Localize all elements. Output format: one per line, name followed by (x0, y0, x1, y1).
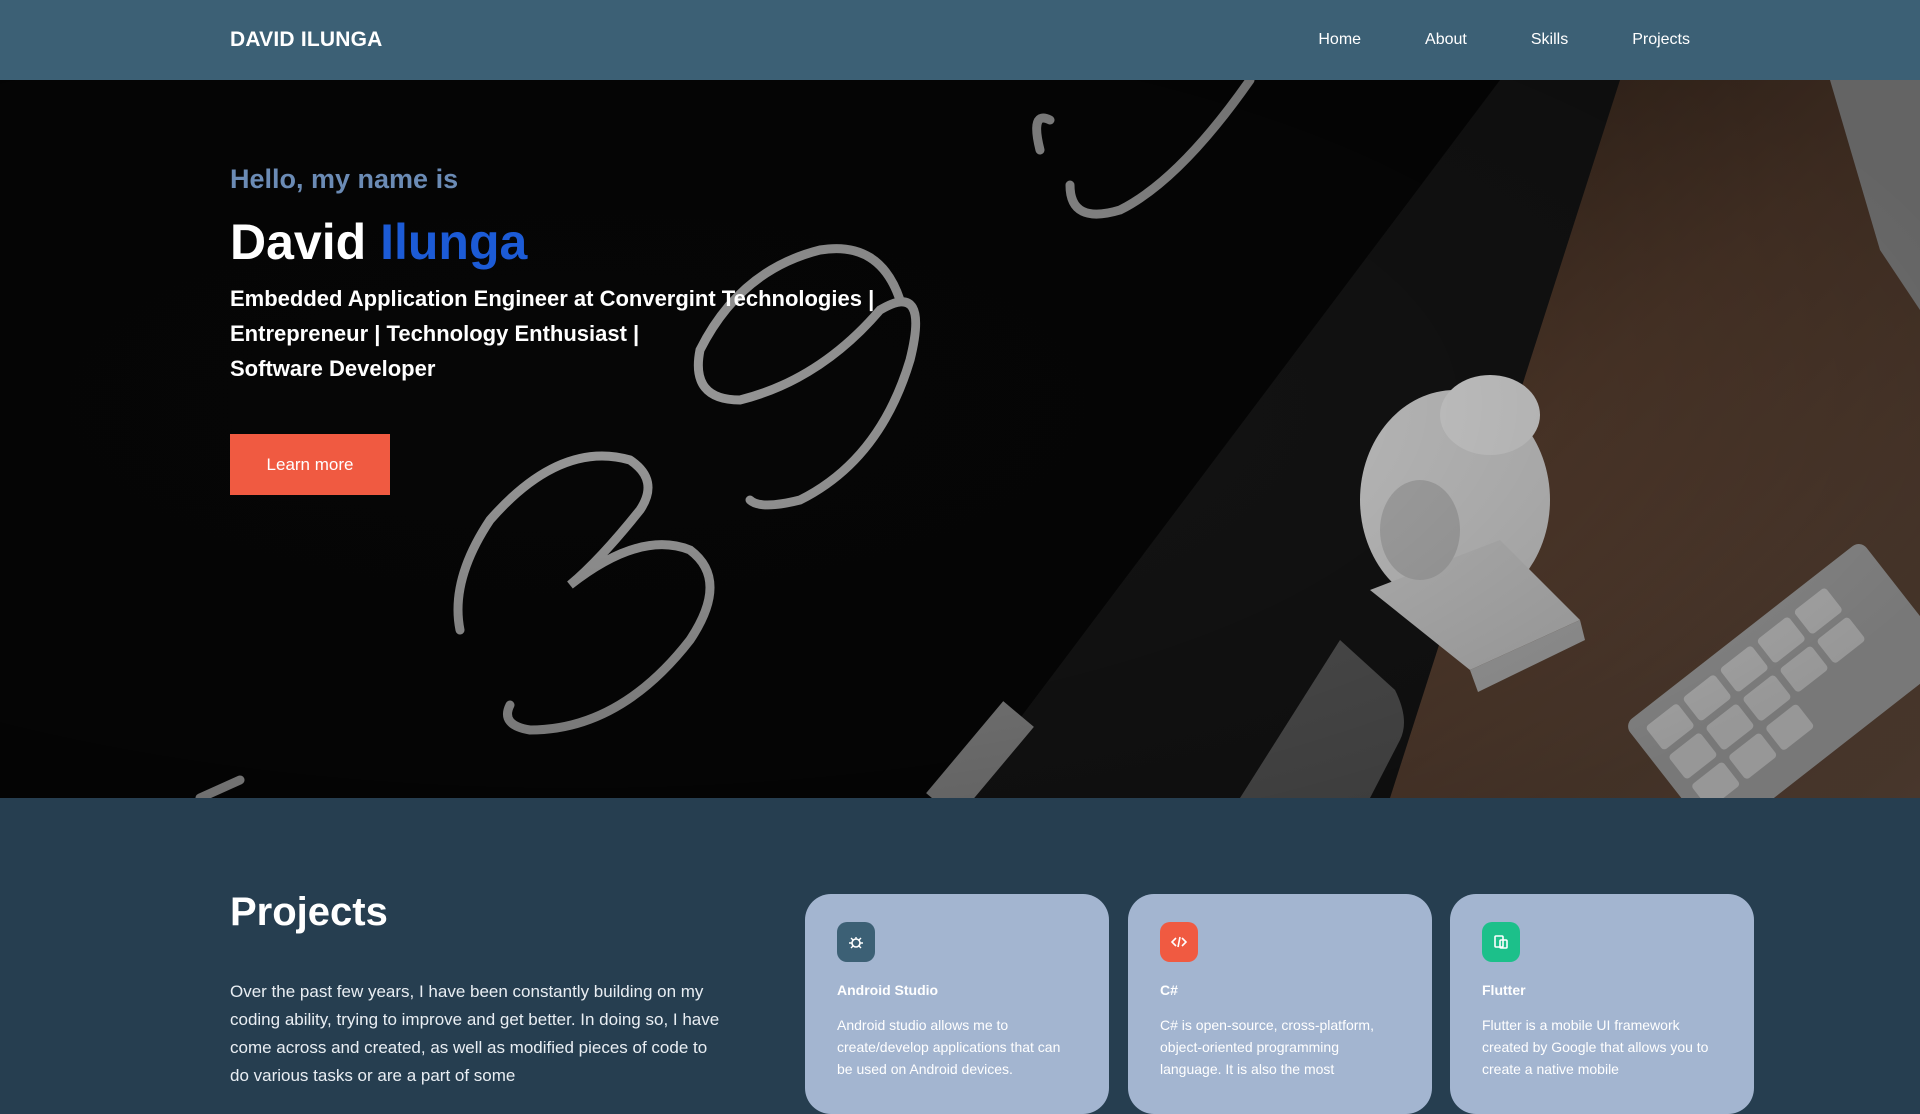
card-text: Android studio allows me to create/devel… (837, 1017, 1061, 1077)
project-card-csharp[interactable]: C# C# is open-source, cross-platform, ob… (1128, 894, 1432, 1114)
tagline-line: Entrepreneur | Technology Enthusiast | (230, 321, 640, 346)
card-title: Android Studio (837, 982, 939, 998)
hero-tagline: Embedded Application Engineer at Converg… (230, 281, 950, 386)
device-icon (1482, 922, 1520, 962)
code-icon (1160, 922, 1198, 962)
tagline-line: Embedded Application Engineer at Converg… (230, 286, 875, 311)
hero-name: David Ilunga (230, 213, 950, 271)
bug-icon (837, 922, 875, 962)
tagline-line: Software Developer (230, 356, 436, 381)
learn-more-button[interactable]: Learn more (230, 434, 390, 495)
card-text: C# is open-source, cross-platform, objec… (1160, 1017, 1374, 1077)
card-title: Flutter (1482, 982, 1526, 998)
project-card-android-studio[interactable]: Android Studio Android studio allows me … (805, 894, 1109, 1114)
nav-link-skills[interactable]: Skills (1531, 31, 1568, 49)
nav-links: Home About Skills Projects (1318, 31, 1690, 49)
card-text: Flutter is a mobile UI framework created… (1482, 1017, 1709, 1077)
card-title: C# (1160, 982, 1178, 998)
projects-intro: Over the past few years, I have been con… (230, 982, 720, 1085)
hero-content: Hello, my name is David Ilunga Embedded … (230, 164, 950, 495)
hero-first-name: David (230, 214, 367, 270)
hero-section: Hello, my name is David Ilunga Embedded … (0, 80, 1920, 798)
nav-link-about[interactable]: About (1425, 31, 1467, 49)
top-navbar: DAVID ILUNGA Home About Skills Projects (0, 0, 1920, 80)
brand-logo[interactable]: DAVID ILUNGA (230, 28, 383, 52)
projects-section: Projects Over the past few years, I have… (0, 798, 1920, 1114)
hero-last-name: Ilunga (380, 214, 528, 270)
projects-title: Projects (230, 890, 388, 934)
hero-greeting: Hello, my name is (230, 164, 459, 194)
nav-link-home[interactable]: Home (1318, 31, 1361, 49)
project-card-flutter[interactable]: Flutter Flutter is a mobile UI framework… (1450, 894, 1754, 1114)
nav-link-projects[interactable]: Projects (1632, 31, 1690, 49)
